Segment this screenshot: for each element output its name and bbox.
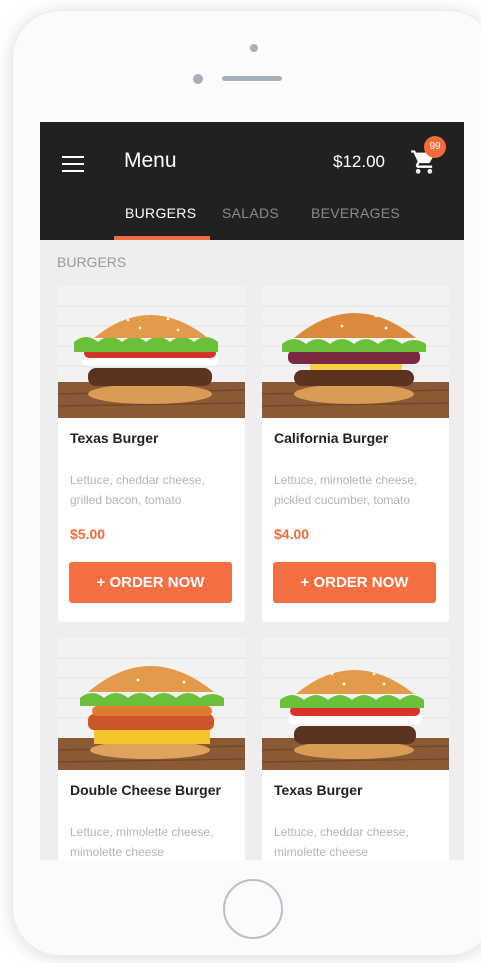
item-name: Texas Burger (274, 782, 363, 798)
tab-burgers[interactable]: BURGERS (125, 205, 196, 221)
menu-card[interactable]: Double Cheese Burger Lettuce, mimolette … (58, 638, 245, 860)
item-description: Lettuce, cheddar cheese, grilled bacon, … (70, 473, 205, 507)
item-price: $5.00 (70, 526, 106, 542)
menu-card[interactable]: California Burger Lettuce, mimolette che… (262, 286, 449, 622)
item-price: $4.00 (274, 526, 310, 542)
app-screen: Menu $12.00 99 BURGERS SALADS BEVERAGES … (40, 122, 464, 860)
tab-beverages[interactable]: BEVERAGES (311, 205, 400, 221)
item-description: Lettuce, cheddar cheese, mimolette chees… (274, 825, 409, 859)
item-name: Texas Burger (70, 430, 159, 446)
page-title: Menu (124, 149, 177, 172)
menu-card[interactable]: Texas Burger Lettuce, cheddar cheese, gr… (58, 286, 245, 622)
cart-total: $12.00 (333, 152, 385, 171)
earpiece-speaker (222, 76, 282, 81)
section-heading: BURGERS (57, 254, 127, 270)
item-description: Lettuce, mimolette cheese, mimolette che… (70, 825, 214, 859)
burger-image (262, 638, 449, 770)
app-bar: Menu $12.00 99 BURGERS SALADS BEVERAGES (40, 122, 464, 240)
proximity-sensor (193, 74, 203, 84)
item-name: California Burger (274, 430, 389, 446)
item-name: Double Cheese Burger (70, 782, 221, 798)
tab-salads[interactable]: SALADS (222, 205, 279, 221)
hamburger-menu-icon[interactable] (62, 156, 84, 172)
order-now-button[interactable]: + ORDER NOW (273, 562, 436, 603)
active-tab-indicator (114, 236, 210, 240)
burger-image (262, 286, 449, 418)
cart-count-badge: 99 (424, 136, 446, 158)
front-camera (250, 44, 258, 52)
home-button[interactable] (223, 879, 283, 939)
burger-image (58, 638, 245, 770)
order-now-button[interactable]: + ORDER NOW (69, 562, 232, 603)
burger-image (58, 286, 245, 418)
category-tabs: BURGERS SALADS BEVERAGES (40, 200, 464, 240)
item-description: Lettuce, mimolette cheese, pickled cucum… (274, 473, 418, 507)
menu-card[interactable]: Texas Burger Lettuce, cheddar cheese, mi… (262, 638, 449, 860)
